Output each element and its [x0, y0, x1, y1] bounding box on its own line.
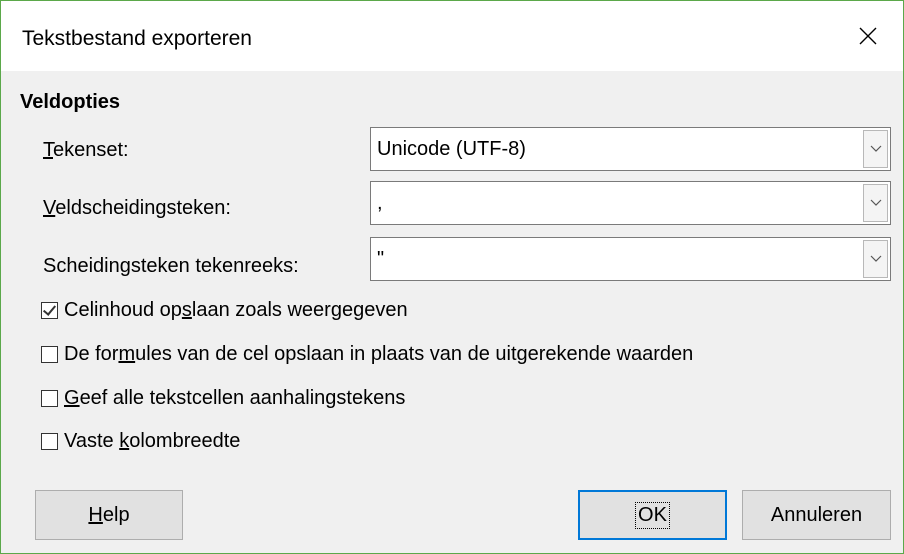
string-separator-value: " — [377, 248, 385, 270]
string-separator-dropdown-button[interactable] — [863, 240, 888, 278]
checkbox-unchecked-icon — [41, 432, 58, 450]
checkbox-checked-icon — [41, 301, 58, 319]
help-button[interactable]: Help — [35, 490, 183, 540]
title-bar: Tekstbestand exporteren — [1, 1, 903, 71]
charset-dropdown-button[interactable] — [863, 130, 888, 168]
charset-label: Tekenset: — [43, 139, 129, 161]
charset-combobox[interactable]: Unicode (UTF-8) — [370, 127, 891, 171]
save-as-shown-label: Celinhoud opslaan zoals weergegeven — [64, 298, 408, 321]
chevron-down-icon — [870, 199, 881, 206]
save-formulas-label: De formules van de cel opslaan in plaats… — [64, 342, 694, 365]
ok-button[interactable]: OK — [578, 490, 727, 540]
checkbox-unchecked-icon — [41, 389, 58, 407]
quote-all-text-checkbox[interactable]: Geef alle tekstcellen aanhalingstekens — [41, 385, 405, 411]
charset-value: Unicode (UTF-8) — [377, 138, 526, 160]
dialog-title: Tekstbestand exporteren — [22, 27, 252, 50]
cancel-button[interactable]: Annuleren — [742, 490, 891, 540]
close-button[interactable] — [833, 1, 903, 71]
fixed-column-width-checkbox[interactable]: Vaste kolombreedte — [41, 428, 240, 454]
section-title: Veldopties — [20, 91, 121, 113]
quote-all-text-label: Geef alle tekstcellen aanhalingstekens — [64, 386, 406, 409]
save-as-shown-checkbox[interactable]: Celinhoud opslaan zoals weergegeven — [41, 297, 408, 323]
fixed-column-width-label: Vaste kolombreedte — [64, 429, 241, 452]
chevron-down-icon — [870, 145, 881, 152]
field-separator-combobox[interactable]: , — [370, 181, 891, 225]
field-separator-label: Veldscheidingsteken: — [43, 197, 231, 219]
chevron-down-icon — [870, 255, 881, 262]
string-separator-label: Scheidingsteken tekenreeks: — [43, 255, 299, 277]
field-separator-value: , — [377, 192, 383, 214]
save-formulas-checkbox[interactable]: De formules van de cel opslaan in plaats… — [41, 341, 693, 367]
string-separator-combobox[interactable]: " — [370, 237, 891, 281]
field-separator-dropdown-button[interactable] — [863, 184, 888, 222]
export-dialog: Tekstbestand exporteren Veldopties Teken… — [0, 0, 904, 554]
ok-label: OK — [635, 501, 670, 529]
close-icon — [859, 27, 877, 45]
checkbox-unchecked-icon — [41, 345, 58, 363]
